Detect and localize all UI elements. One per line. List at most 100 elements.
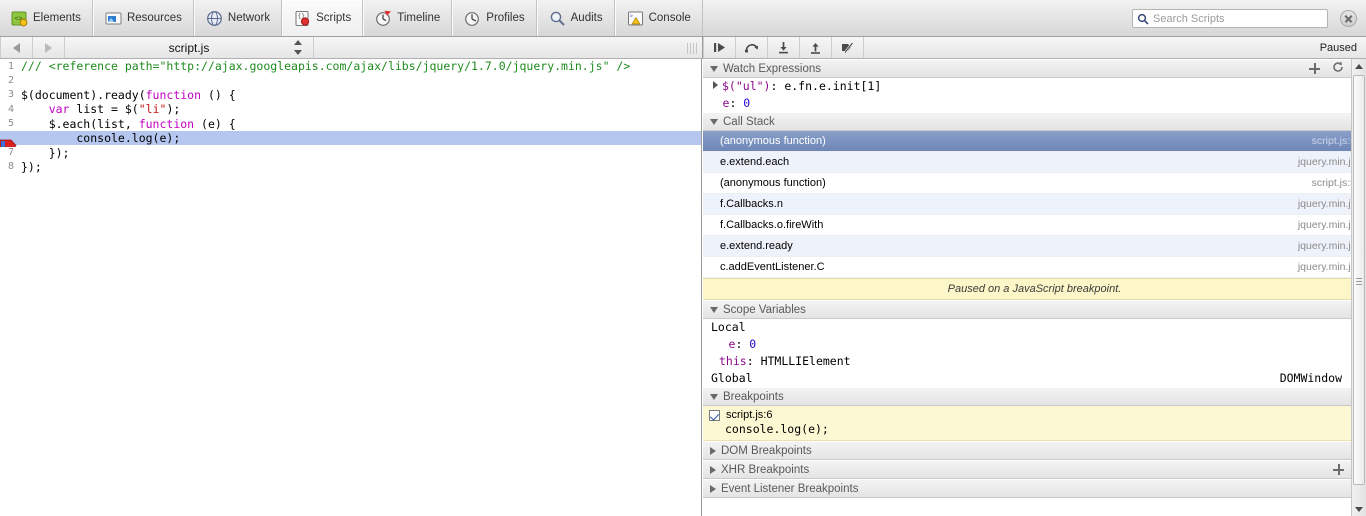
scope-local-label: Local bbox=[711, 320, 746, 334]
tab-audits[interactable]: Audits bbox=[536, 0, 615, 36]
line-number-gutter[interactable]: 2 bbox=[0, 75, 17, 87]
chevron-right-icon[interactable] bbox=[713, 81, 718, 89]
watch-expression-name: $("ul") bbox=[722, 79, 771, 93]
paused-banner: Paused on a JavaScript breakpoint. bbox=[703, 278, 1366, 300]
timeline-icon bbox=[375, 10, 392, 27]
tab-label: Resources bbox=[126, 12, 182, 24]
scope-local-header[interactable]: Local bbox=[703, 319, 1366, 336]
watch-separator: : bbox=[770, 79, 785, 93]
audits-icon bbox=[549, 10, 566, 27]
call-stack-location: jquery.min.js bbox=[1297, 240, 1356, 252]
watch-expression-value: e.fn.e.init[1] bbox=[784, 79, 882, 93]
deactivate-breakpoints-icon[interactable] bbox=[832, 37, 864, 58]
search-input[interactable] bbox=[1153, 12, 1318, 25]
scope-variables-list: Local e: 0 this: HTMLLIElement Global DOMWin… bbox=[703, 319, 1366, 387]
tab-elements[interactable]: <> Elements bbox=[0, 0, 93, 36]
call-stack-function-name: e.extend.each bbox=[720, 156, 790, 168]
file-selector[interactable]: script.js bbox=[65, 37, 314, 58]
xhr-breakpoints-header[interactable]: XHR Breakpoints bbox=[703, 460, 1366, 479]
breakpoints-title: Breakpoints bbox=[723, 390, 784, 403]
code-line[interactable]: 5 $.each(list, function (e) { bbox=[0, 117, 701, 131]
code-line[interactable]: 8}); bbox=[0, 160, 701, 174]
scope-variable-row[interactable]: this: HTMLLIElement bbox=[703, 353, 1366, 370]
line-number-gutter[interactable]: 8 bbox=[0, 161, 17, 173]
call-stack-location: jquery.min.js bbox=[1297, 261, 1356, 273]
watch-expression-row[interactable]: e: 0 bbox=[703, 95, 1366, 112]
scope-variable-row[interactable]: e: 0 bbox=[703, 336, 1366, 353]
profiles-icon bbox=[464, 10, 481, 27]
scope-variables-header[interactable]: Scope Variables bbox=[703, 300, 1366, 319]
line-number-gutter[interactable]: 4 bbox=[0, 103, 17, 115]
call-stack-function-name: (anonymous function) bbox=[720, 135, 826, 147]
plus-icon[interactable] bbox=[1333, 464, 1344, 475]
devtools-window: <> Elements Resources Network {} Scripts Timel… bbox=[0, 0, 1366, 516]
call-stack-frame[interactable]: e.extend.each jquery.min.js bbox=[703, 152, 1366, 173]
line-number-gutter[interactable]: 3 bbox=[0, 89, 17, 101]
call-stack-frame[interactable]: f.Callbacks.n jquery.min.js bbox=[703, 194, 1366, 215]
code-line[interactable]: console.log(e); bbox=[0, 130, 701, 152]
tab-profiles[interactable]: Profiles bbox=[452, 0, 537, 36]
back-arrow-icon[interactable] bbox=[0, 37, 33, 58]
call-stack-frame[interactable]: (anonymous function) script.js:5 bbox=[703, 173, 1366, 194]
event-listener-breakpoints-header[interactable]: Event Listener Breakpoints bbox=[703, 479, 1366, 498]
scope-global-header[interactable]: Global DOMWindow bbox=[703, 370, 1366, 387]
breakpoints-header[interactable]: Breakpoints bbox=[703, 387, 1366, 406]
line-number-gutter[interactable]: 7 bbox=[0, 147, 17, 159]
tab-resources[interactable]: Resources bbox=[92, 0, 194, 36]
tab-scripts[interactable]: {} Scripts bbox=[282, 0, 364, 36]
watch-expressions-header[interactable]: Watch Expressions bbox=[703, 59, 1366, 78]
tab-label: Elements bbox=[33, 12, 81, 24]
console-icon: >_ bbox=[627, 10, 644, 27]
line-number-gutter[interactable]: 5 bbox=[0, 118, 17, 130]
breakpoint-item[interactable]: script.js:6 console.log(e); bbox=[703, 406, 1366, 441]
step-out-icon[interactable] bbox=[800, 37, 832, 58]
scripts-toolbar-left: script.js bbox=[0, 37, 702, 59]
debugger-sidebar: Watch Expressions $("ul"): e.fn.e.init[1… bbox=[703, 59, 1366, 516]
panel-tabs: <> Elements Resources Network {} Scripts Timel… bbox=[0, 0, 703, 36]
call-stack-frame[interactable]: (anonymous function) script.js:6 bbox=[703, 131, 1366, 152]
code-line[interactable]: 3 $(document).ready(function () { bbox=[0, 88, 701, 102]
sidebar-scrollbar[interactable] bbox=[1351, 59, 1366, 516]
call-stack-function-name: e.extend.ready bbox=[720, 240, 793, 252]
step-into-icon[interactable] bbox=[768, 37, 800, 58]
forward-arrow-icon[interactable] bbox=[33, 37, 65, 58]
call-stack-frame[interactable]: f.Callbacks.o.fireWith jquery.min.js bbox=[703, 215, 1366, 236]
breakpoint-checkbox[interactable] bbox=[709, 409, 720, 421]
panel-splitter-grip[interactable] bbox=[686, 38, 698, 58]
elements-icon: <> bbox=[11, 10, 28, 27]
call-stack-frame[interactable]: e.extend.ready jquery.min.js bbox=[703, 236, 1366, 257]
code-line[interactable]: 7 }); bbox=[0, 145, 701, 160]
plus-icon[interactable] bbox=[1309, 63, 1320, 74]
tab-timeline[interactable]: Timeline bbox=[363, 0, 453, 36]
code-line[interactable]: 2 bbox=[0, 73, 701, 87]
step-over-icon[interactable] bbox=[736, 37, 768, 58]
call-stack-header[interactable]: Call Stack bbox=[703, 112, 1366, 131]
chevron-down-icon bbox=[710, 118, 718, 125]
resume-icon[interactable] bbox=[703, 37, 736, 58]
source-code-editor[interactable]: 1 /// <reference path="http://ajax.google… bbox=[0, 59, 702, 516]
watch-expression-row[interactable]: $("ul"): e.fn.e.init[1] bbox=[703, 78, 1366, 95]
scroll-down-icon[interactable] bbox=[1352, 502, 1366, 516]
chevron-right-icon bbox=[710, 465, 716, 474]
tab-network[interactable]: Network bbox=[193, 0, 283, 36]
call-stack-frame[interactable]: c.addEventListener.C jquery.min.js bbox=[703, 257, 1366, 278]
dom-breakpoints-header[interactable]: DOM Breakpoints bbox=[703, 441, 1366, 460]
scope-separator: : bbox=[746, 354, 761, 368]
scrollbar-thumb[interactable] bbox=[1353, 75, 1365, 485]
search-icon bbox=[1137, 13, 1149, 25]
line-number-gutter[interactable]: 1 bbox=[0, 60, 17, 72]
code-line[interactable]: 1 /// <reference path="http://ajax.google… bbox=[0, 59, 701, 73]
code-line-text: }); bbox=[21, 145, 70, 160]
close-icon[interactable] bbox=[1340, 10, 1357, 27]
scroll-up-icon[interactable] bbox=[1352, 59, 1366, 73]
scope-global-label: Global bbox=[711, 371, 753, 385]
tab-console[interactable]: >_ Console bbox=[614, 0, 703, 36]
tab-label: Audits bbox=[570, 12, 603, 24]
search-box[interactable] bbox=[1132, 9, 1328, 28]
code-line[interactable]: 4 var list = $("li"); bbox=[0, 102, 701, 116]
tab-label: Profiles bbox=[486, 12, 525, 24]
refresh-icon[interactable] bbox=[1332, 61, 1344, 76]
debug-toolbar: Paused bbox=[702, 37, 1366, 59]
tab-label: Scripts bbox=[316, 12, 352, 24]
breakpoint-location: script.js:6 bbox=[726, 409, 773, 421]
